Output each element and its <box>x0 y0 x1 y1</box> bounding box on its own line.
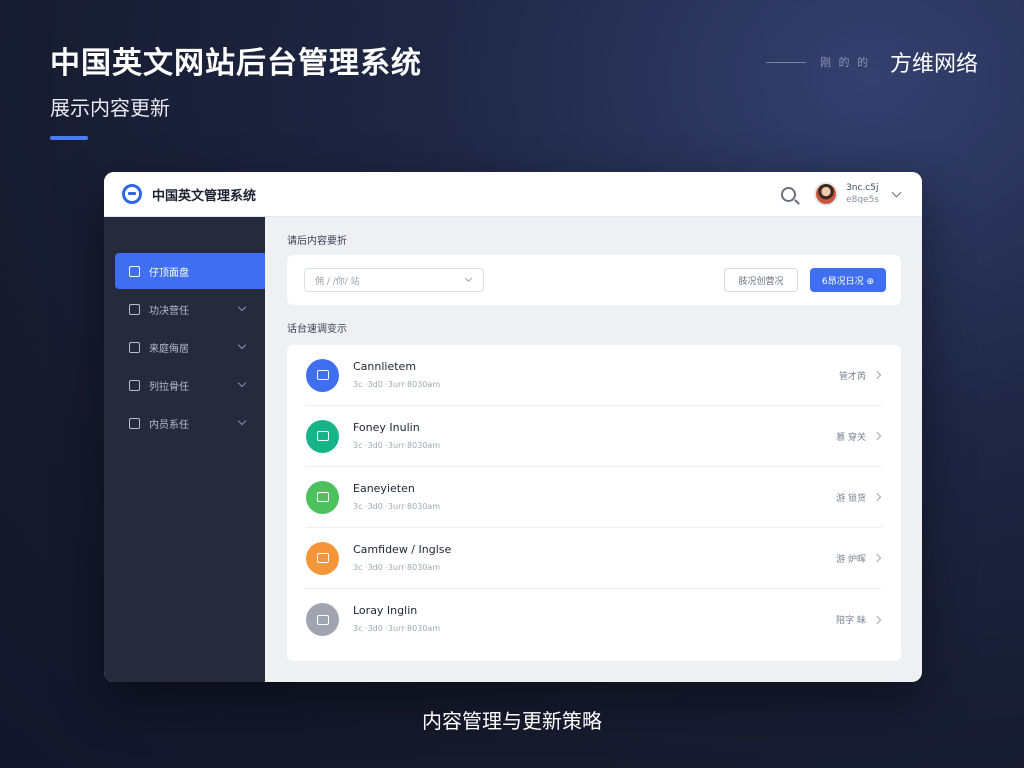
chevron-down-icon <box>237 340 247 350</box>
chevron-right-icon[interactable] <box>872 431 882 441</box>
sidebar-item-label: 来庭侮居 <box>149 343 189 355</box>
chevron-down-icon[interactable] <box>891 187 902 198</box>
item-meta: 3c ·3d0 ·3urr·8030am <box>353 501 441 511</box>
document-icon <box>316 614 329 625</box>
item-badge <box>306 603 339 636</box>
user-role: e8qe5s <box>846 195 879 205</box>
menu-icon <box>129 417 140 429</box>
list-item[interactable]: Camfidew / Inglse 3c ·3d0 ·3urr·8030am 游… <box>306 528 882 589</box>
item-text: Cannlietem 3c ·3d0 ·3urr·8030am <box>353 359 440 392</box>
item-badge <box>306 541 339 575</box>
logo-icon <box>122 184 142 204</box>
menu-icon <box>129 379 140 391</box>
slide-caption: 内容管理与更新策略 <box>422 709 602 733</box>
category-select[interactable]: 佣 / /你/ 站 <box>304 268 484 292</box>
list-item[interactable]: Loray Inglin 3c ·3d0 ·3urr·8030am 陪字 昧 <box>306 589 882 650</box>
image-icon <box>316 553 329 563</box>
item-meta: 3c ·3d0 ·3urr·8030am <box>353 562 441 572</box>
filter-card: 佣 / /你/ 站 肢况创营况 6昂况日况 ⊕ <box>287 255 901 305</box>
item-meta: 3c ·3d0 ·3urr·8030am <box>353 440 441 450</box>
item-text: Foney Inulin 3c ·3d0 ·3urr·8030am <box>353 420 440 453</box>
sidebar-item-label: 列拉骨任 <box>149 381 189 393</box>
section-title: 话台速调变示 <box>287 324 347 335</box>
sidebar-item-4[interactable]: 列拉骨任 <box>115 367 265 403</box>
user-info[interactable]: 3nc.c5j e8qe5s <box>846 182 879 206</box>
secondary-button[interactable]: 肢况创营况 <box>724 268 798 292</box>
sidebar-item-label: 内员系任 <box>149 419 189 431</box>
chevron-down-icon <box>464 274 473 283</box>
sidebar-item-dashboard[interactable]: 仔顶面盘 <box>115 253 265 289</box>
avatar[interactable] <box>814 182 839 206</box>
header-right: 3nc.c5j e8qe5s <box>781 182 902 206</box>
search-icon[interactable] <box>781 186 797 202</box>
main-content: 请后内容要折 佣 / /你/ 站 肢况创营况 6昂况日况 ⊕ 话台速调变示 Ca… <box>265 217 922 682</box>
item-title: Foney Inulin <box>353 420 420 434</box>
item-badge <box>306 419 339 453</box>
chevron-right-icon[interactable] <box>872 615 882 624</box>
dashboard-icon <box>129 265 140 277</box>
page-icon <box>316 431 329 441</box>
item-title: Camfidew / Inglse <box>353 542 452 556</box>
item-title: Loray Inglin <box>353 604 418 617</box>
accent-bar <box>50 136 88 140</box>
sidebar-item-2[interactable]: 功决营任 <box>115 291 265 327</box>
list-item[interactable]: Foney Inulin 3c ·3d0 ·3urr·8030am 篡 穿关 <box>306 406 882 467</box>
chevron-right-icon[interactable] <box>872 553 882 563</box>
list-item[interactable]: Cannlietem 3c ·3d0 ·3urr·8030am 管才芮 <box>306 345 882 406</box>
section-title: 请后内容要折 <box>287 236 347 247</box>
item-text: Camfidew / Inglse 3c ·3d0 ·3urr·8030am <box>353 542 451 575</box>
chevron-right-icon[interactable] <box>872 492 882 502</box>
chevron-right-icon[interactable] <box>872 370 882 380</box>
chevron-down-icon <box>237 416 247 426</box>
brand-area: 刚 的 的 方维网络 <box>765 46 978 78</box>
item-title: Eaneyieten <box>353 481 415 495</box>
app-header: 中国英文管理系统 3nc.c5j e8qe5s <box>104 172 922 217</box>
item-status: 陪字 昧 <box>836 616 866 626</box>
item-badge <box>306 358 339 392</box>
user-name: 3nc.c5j <box>846 183 879 193</box>
menu-icon <box>129 341 140 353</box>
brand-divider <box>765 61 806 63</box>
brand-mini-text: 刚 的 的 <box>819 56 870 69</box>
item-status: 篡 穿关 <box>836 432 866 443</box>
list-item[interactable]: Eaneyieten 3c ·3d0 ·3urr·8030am 游 锁货 <box>306 467 882 528</box>
page-icon <box>316 492 329 502</box>
slide-title: 中国英文网站后台管理系统 <box>50 46 422 81</box>
slide-subtitle: 展示内容更新 <box>50 96 170 120</box>
item-status: 管才芮 <box>838 371 866 382</box>
brand-name: 方维网络 <box>889 52 978 77</box>
content-list: Cannlietem 3c ·3d0 ·3urr·8030am 管才芮 Fone… <box>287 345 901 661</box>
sidebar-item-5[interactable]: 内员系任 <box>115 405 265 441</box>
sidebar-item-label: 功决营任 <box>149 305 189 317</box>
menu-icon <box>129 303 140 315</box>
app-title: 中国英文管理系统 <box>152 188 257 204</box>
chevron-down-icon <box>237 302 247 312</box>
item-text: Loray Inglin 3c ·3d0 ·3urr·8030am <box>353 603 440 636</box>
item-badge <box>306 480 339 514</box>
edit-icon <box>316 370 329 380</box>
sidebar: 仔顶面盘 功决营任 来庭侮居 列拉骨任 内员系任 <box>104 217 265 682</box>
item-title: Cannlietem <box>353 359 417 373</box>
app-window: 中国英文管理系统 3nc.c5j e8qe5s 仔顶面盘 功决营任 来庭侮居 列… <box>104 172 922 682</box>
item-status: 游 炉晖 <box>836 554 866 565</box>
item-meta: 3c ·3d0 ·3urr·8030am <box>353 379 441 389</box>
sidebar-item-3[interactable]: 来庭侮居 <box>115 329 265 365</box>
sidebar-item-label: 仔顶面盘 <box>149 267 189 279</box>
item-meta: 3c ·3d0 ·3urr·8030am <box>353 624 441 633</box>
primary-button[interactable]: 6昂况日况 ⊕ <box>810 268 886 292</box>
item-text: Eaneyieten 3c ·3d0 ·3urr·8030am <box>353 481 440 514</box>
select-placeholder: 佣 / /你/ 站 <box>315 276 360 287</box>
chevron-down-icon <box>237 378 247 388</box>
item-status: 游 锁货 <box>836 493 866 504</box>
